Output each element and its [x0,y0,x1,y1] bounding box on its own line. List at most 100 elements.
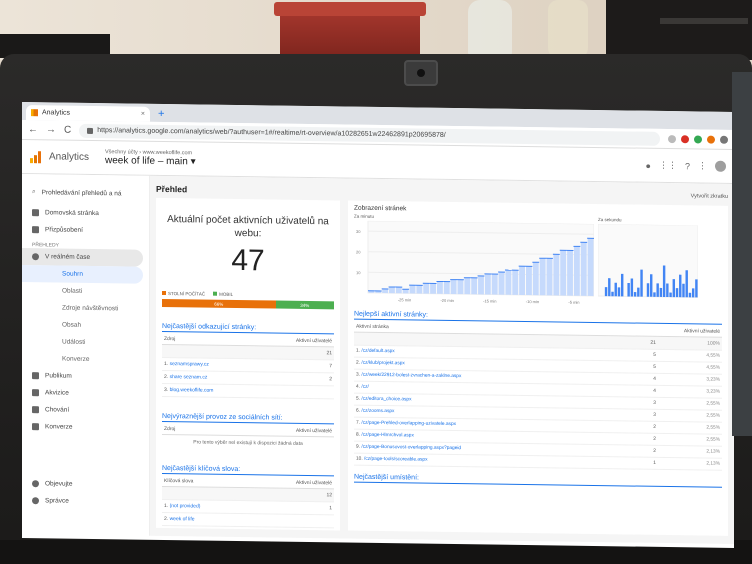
x-tick-label: -15 min [483,298,496,303]
bar [695,279,698,298]
account-selector[interactable]: Všechny účty › www.weekoflife.com week o… [105,149,196,167]
more-icon[interactable]: ⋮ [698,160,707,171]
reload-button[interactable]: C [64,125,71,136]
bar [450,279,457,295]
bar [666,283,669,298]
notifications-icon[interactable]: ● [646,160,651,170]
sidebar-sub-overview[interactable]: Souhrn [22,265,143,284]
sidebar-item-label: Domovská stránka [45,209,99,218]
extension-icon[interactable] [681,134,689,143]
flag-icon [32,423,39,431]
referrals-table: Zdroj Aktivní uživatelé 21 1. seznamspraw… [162,333,334,399]
behavior-icon [32,406,39,414]
y-tick-label: 30 [356,229,361,234]
page-link[interactable]: /cz/editora_choice.aspx [361,397,411,403]
bar [532,262,539,296]
sidebar-sub-traffic-sources[interactable]: Zdroje návštěvnosti [22,299,149,318]
home-icon [32,209,39,217]
new-tab-button[interactable]: + [158,108,164,120]
referrals-total: 21 [260,345,334,360]
bar [608,278,611,297]
close-tab-icon[interactable]: × [141,111,145,118]
page-link[interactable]: /cz/ [361,385,368,390]
page-link[interactable]: /cz/zooms.aspx [361,409,394,414]
referrals-title: Nejčastější odkazující stránky: [162,322,334,335]
sidebar-item-discover[interactable]: Objevujte [22,475,149,494]
sidebar-item-label: Přizpůsobení [45,226,83,234]
bar [512,270,519,295]
bar [416,285,423,294]
tab-title: Analytics [42,109,71,117]
bar [402,289,409,294]
star-icon[interactable] [668,134,676,143]
app-name: Analytics [49,151,90,163]
sidebar-item-conversions[interactable]: Konverze [22,418,149,437]
page-link[interactable]: /cz/klub/projekt.aspx [361,361,404,367]
create-shortcut-link[interactable]: Vytvořit zkratku [691,193,728,200]
bar [471,277,478,295]
keywords-title: Nejčastější klíčová slova: [162,464,334,477]
page-link[interactable]: /cz/page-Bonusovost-overlapping.aspx?pag… [361,445,461,451]
bar [688,292,692,298]
bar [682,283,685,298]
help-icon[interactable]: ? [685,161,690,171]
bar [573,246,580,296]
bar [484,273,491,295]
back-button[interactable]: ← [28,124,38,135]
sidebar-item-home[interactable]: Domovská stránka [22,204,149,223]
right-panel: Zobrazení stránek Za minutu 30 20 10 -25 mi… [348,200,728,536]
browser-tab[interactable]: Analytics × [26,105,150,122]
page-link[interactable]: /cz/week/22912-bolest-zvrachen-a-zaklne.… [361,373,461,379]
x-tick-label: -20 min [440,298,453,303]
page-link[interactable]: /cz/page-Prehled-overlapping-uzivatele.a… [361,421,456,427]
per-second-chart [598,224,698,298]
sidebar-item-admin[interactable]: Správce [22,492,149,511]
extension-icons [668,134,728,144]
vase [548,0,588,58]
profile-icon[interactable] [720,135,728,144]
sidebar-item-behavior[interactable]: Chování [22,401,149,420]
bar [675,288,679,298]
page-link[interactable]: /cz/default.aspx [361,349,394,354]
per-second-label: Za sekundu [598,217,622,223]
bar [395,287,402,294]
page-link[interactable]: /cz/page-Hlmrchvol.aspx [361,433,414,439]
bar [640,269,643,297]
locations-title: Nejčastější umístění: [354,473,722,488]
sidebar-sub-events[interactable]: Události [22,333,149,352]
referral-link[interactable]: seznamsprawy.cz [170,361,209,368]
person-icon [32,372,39,380]
sidebar-sub-conversions[interactable]: Konverze [22,350,149,369]
property-name: week of life – main ▾ [105,155,196,168]
desktop-segment: 66% [162,298,276,309]
sidebar-search[interactable]: ⌕ Prohledávání přehledů a ná [22,180,149,206]
extension-icon[interactable] [707,135,715,144]
x-tick-label: -10 min [526,299,539,304]
sidebar-item-customize[interactable]: Přizpůsobení [22,221,149,240]
apps-icon[interactable]: ⋮⋮ [659,160,677,171]
bar [526,266,532,296]
avatar[interactable] [715,160,726,172]
sidebar-item-label: V reálném čase [45,253,91,261]
forward-button[interactable]: → [46,124,56,135]
sidebar-item-audience[interactable]: Publikum [22,367,149,386]
extension-icon[interactable] [694,134,702,143]
sidebar-sub-locations[interactable]: Oblasti [22,282,149,301]
referral-link[interactable]: share seznam.cz [170,374,208,381]
legend-desktop: STOLNÍ POČÍTAČ [162,290,205,297]
sidebar-item-label: Správce [45,497,69,505]
bar [498,272,505,295]
acquisition-icon [32,389,39,397]
sidebar-item-realtime[interactable]: V reálném čase [22,248,143,267]
bar [614,282,617,297]
left-panel: Aktuální počet aktivních uživatelů na we… [156,197,340,531]
no-data-message: Pro tento výběr nel existují k dispozici… [193,439,303,447]
header-icons: ● ⋮⋮ ? ⋮ [646,160,726,172]
bar [653,292,656,297]
sidebar-sub-content[interactable]: Obsah [22,316,149,335]
referral-link[interactable]: blog.weekoflife.com [170,387,214,394]
stereo [606,0,752,60]
page-link[interactable]: /cz/page-tools/scoreable.aspx [364,457,427,463]
device-legend: STOLNÍ POČÍTAČ MOBIL [162,290,334,298]
sidebar-item-acquisition[interactable]: Akvizice [22,384,149,403]
